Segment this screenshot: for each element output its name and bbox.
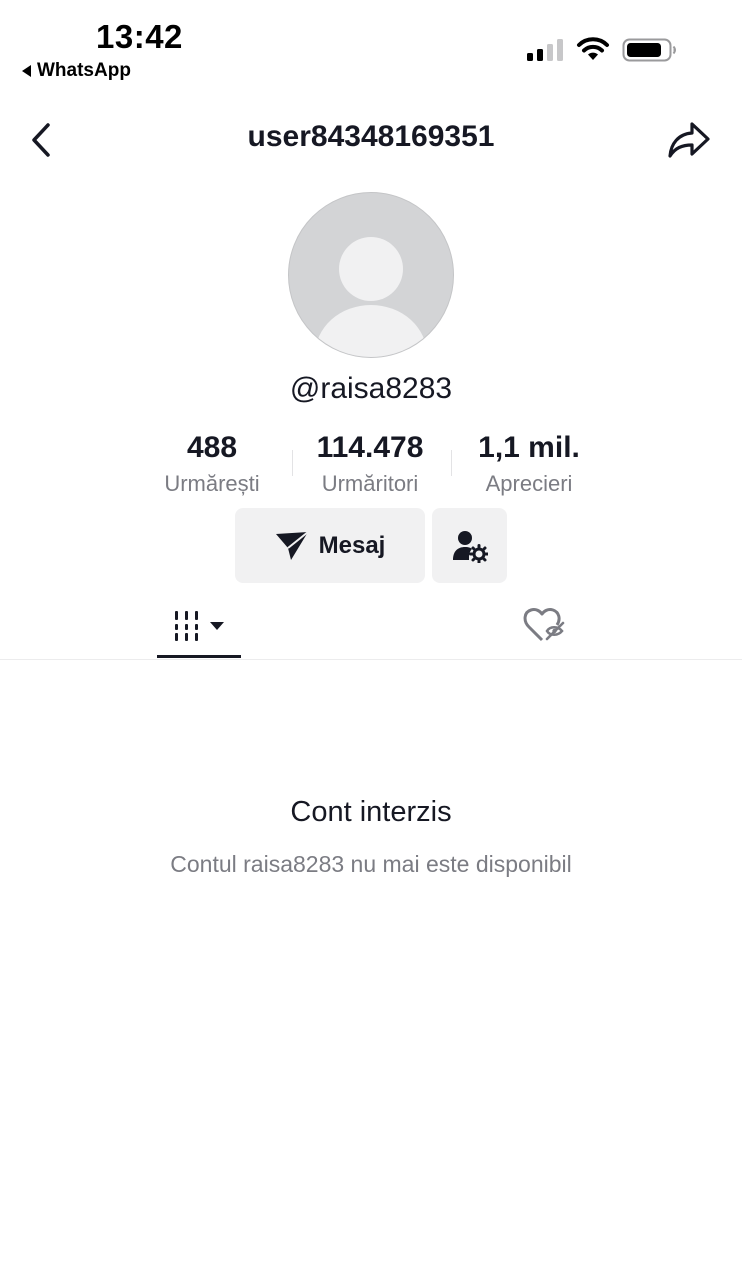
- stat-followers-label: Urmăritori: [321, 471, 419, 496]
- stat-following-value: 488: [186, 431, 238, 464]
- avatar-head-shape: [339, 237, 403, 301]
- grid-dropdown-icon: [175, 611, 224, 641]
- empty-state-description: Contul raisa8283 nu mai este disponibil: [170, 851, 572, 877]
- stat-likes-label: Aprecieri: [485, 471, 573, 496]
- active-tab-indicator: [157, 655, 241, 658]
- battery-icon: [622, 38, 676, 62]
- user-settings-icon: [452, 530, 488, 563]
- status-time: 13:42: [96, 18, 183, 55]
- message-button[interactable]: Mesaj: [235, 508, 425, 583]
- back-app-label: WhatsApp: [37, 60, 131, 81]
- empty-state-title: Cont interzis: [290, 796, 452, 828]
- stat-following-label: Urmărești: [164, 471, 260, 496]
- stat-followers-value: 114.478: [316, 431, 424, 464]
- wifi-icon: [577, 37, 609, 60]
- avatar-body-shape: [315, 305, 427, 357]
- signal-icon: [527, 39, 563, 61]
- back-to-app-link[interactable]: WhatsApp: [22, 60, 131, 82]
- stat-likes-value: 1,1 mil.: [478, 431, 580, 464]
- tab-liked[interactable]: [520, 604, 568, 646]
- profile-handle: @raisa8283: [289, 372, 453, 405]
- share-arrow-icon[interactable]: [666, 118, 712, 162]
- tab-videos[interactable]: [158, 603, 240, 653]
- paper-plane-icon: [275, 530, 309, 560]
- user-settings-button[interactable]: [432, 508, 507, 583]
- avatar[interactable]: [288, 192, 454, 358]
- header-title: user84348169351: [247, 120, 495, 153]
- message-button-label: Mesaj: [318, 531, 386, 559]
- stat-following[interactable]: 488 Urmărești: [132, 430, 292, 498]
- stat-likes[interactable]: 1,1 mil. Aprecieri: [449, 430, 609, 498]
- back-triangle-icon: [22, 65, 31, 77]
- tabs-divider: [0, 659, 742, 660]
- liked-hidden-icon: [523, 608, 565, 642]
- stat-followers[interactable]: 114.478 Urmăritori: [290, 430, 450, 498]
